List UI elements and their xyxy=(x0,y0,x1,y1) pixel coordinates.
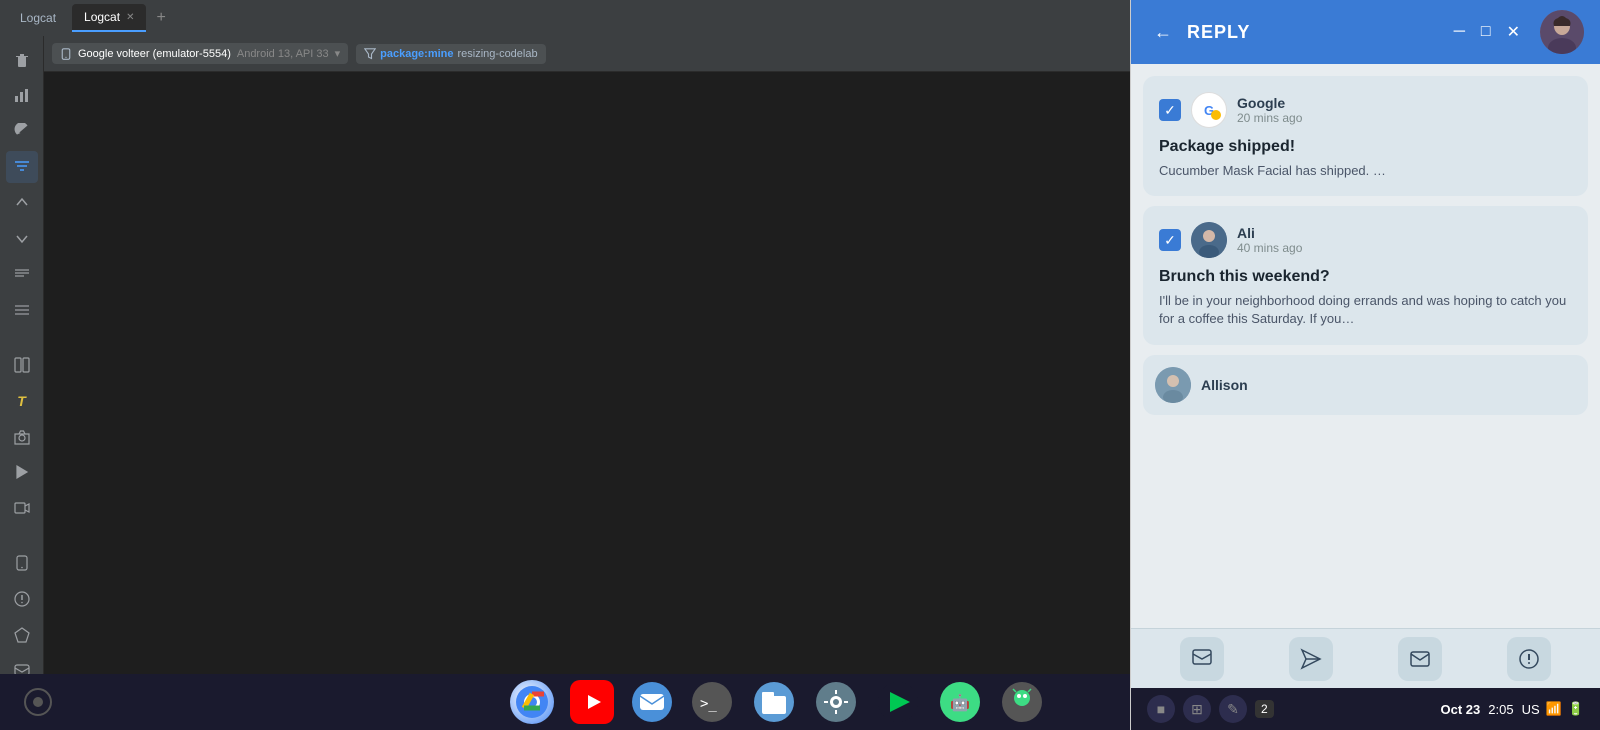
sidebar-settings-icon[interactable] xyxy=(6,294,38,326)
notification-panel: ← REPLY ─ □ ✕ xyxy=(1130,0,1600,730)
taskbar-app-messages[interactable] xyxy=(630,680,674,724)
taskbar-app-play[interactable] xyxy=(876,680,920,724)
panel-header: ← REPLY ─ □ ✕ xyxy=(1131,0,1600,64)
sidebar-chart-icon[interactable] xyxy=(6,80,38,112)
notif-google-icon: G xyxy=(1191,92,1227,128)
device-selector[interactable]: Google volteer (emulator-5554) Android 1… xyxy=(52,43,348,64)
notif-meta-2: Ali 40 mins ago xyxy=(1237,225,1302,255)
sidebar-lines-icon[interactable] xyxy=(6,258,38,290)
status-sys-icons: US 📶 🔋 xyxy=(1522,701,1584,717)
sidebar-alert-icon[interactable] xyxy=(6,583,38,615)
notification-card-1[interactable]: ✓ G Google 20 xyxy=(1143,76,1588,196)
user-avatar xyxy=(1540,10,1584,54)
sidebar-layout-icon[interactable] xyxy=(6,349,38,381)
notif-body-2: I'll be in your neighborhood doing erran… xyxy=(1159,292,1572,328)
notif-header-1: ✓ G Google 20 xyxy=(1159,92,1572,128)
status-date: Oct 23 xyxy=(1441,702,1481,717)
tab-close-icon[interactable]: ✕ xyxy=(126,12,134,23)
action-alert-button[interactable] xyxy=(1507,637,1551,681)
taskbar-app-settings[interactable] xyxy=(814,680,858,724)
tab-label-2: Logcat xyxy=(84,10,120,24)
tab-add-button[interactable]: + xyxy=(150,9,171,27)
sidebar-delete-icon[interactable] xyxy=(6,44,38,76)
taskbar-app-chrome[interactable] xyxy=(510,680,554,724)
status-pen-icon[interactable]: ✎ xyxy=(1219,695,1247,723)
notif-checkbox-1[interactable]: ✓ xyxy=(1159,99,1181,121)
svg-text:>_: >_ xyxy=(700,696,717,712)
tab-logcat-2[interactable]: Logcat ✕ xyxy=(72,4,146,32)
sidebar-device-icon[interactable] xyxy=(6,548,38,580)
taskbar-app-droid[interactable] xyxy=(1000,680,1044,724)
device-name: Google volteer (emulator-5554) xyxy=(78,48,231,60)
notif-meta-1: Google 20 mins ago xyxy=(1237,95,1302,125)
status-wifi-icon: 📶 xyxy=(1546,701,1562,717)
status-battery-icon: 🔋 xyxy=(1568,701,1584,717)
device-info: Android 13, API 33 xyxy=(237,48,329,60)
tab-label-1: Logcat xyxy=(20,11,56,25)
notif-title-2: Brunch this weekend? xyxy=(1159,268,1572,286)
android-status-bar: ■ ⊞ ✎ 2 Oct 23 2:05 US 📶 🔋 xyxy=(1131,688,1600,730)
tab-logcat-1[interactable]: Logcat xyxy=(8,4,68,32)
panel-title: REPLY xyxy=(1187,22,1250,43)
notif-body-1: Cucumber Mask Facial has shipped. … xyxy=(1159,162,1572,180)
notif-app-name-3: Allison xyxy=(1201,377,1248,393)
status-locale: US xyxy=(1522,702,1540,717)
taskbar-app-terminal[interactable]: >_ xyxy=(690,680,734,724)
notifications-list: ✓ G Google 20 xyxy=(1131,64,1600,628)
taskbar-app-android-studio[interactable]: 🤖 xyxy=(938,680,982,724)
panel-back-button[interactable]: ← xyxy=(1147,16,1179,48)
sidebar-refresh-icon[interactable] xyxy=(6,115,38,147)
status-screenshot-icon[interactable]: ⊞ xyxy=(1183,695,1211,723)
taskbar-app-files[interactable] xyxy=(752,680,796,724)
notif-time-1: 20 mins ago xyxy=(1237,111,1302,125)
notif-app-name-2: Ali xyxy=(1237,225,1302,241)
sidebar-video-icon[interactable] xyxy=(6,492,38,524)
left-sidebar: T xyxy=(0,36,44,730)
notif-time-2: 40 mins ago xyxy=(1237,241,1302,255)
action-send-button[interactable] xyxy=(1289,637,1333,681)
taskbar-app-youtube[interactable] xyxy=(570,680,614,724)
sidebar-text-icon[interactable]: T xyxy=(6,385,38,417)
status-time: 2:05 xyxy=(1488,702,1513,717)
filter-value: resizing-codelab xyxy=(458,48,538,60)
notification-card-2[interactable]: ✓ Ali 40 mins ago Brunch this weekend? xyxy=(1143,206,1588,344)
notif-header-2: ✓ Ali 40 mins ago xyxy=(1159,222,1572,258)
notif-ali-icon xyxy=(1191,222,1227,258)
notif-app-name-1: Google xyxy=(1237,95,1302,111)
sidebar-up-icon[interactable] xyxy=(6,187,38,219)
sidebar-gem-icon[interactable] xyxy=(6,619,38,651)
action-message-button[interactable] xyxy=(1180,637,1224,681)
home-indicator[interactable] xyxy=(24,688,52,716)
notif-title-1: Package shipped! xyxy=(1159,138,1572,156)
sidebar-play-icon[interactable] xyxy=(6,456,38,488)
sidebar-camera-icon[interactable] xyxy=(6,421,38,453)
notification-card-3[interactable]: Allison xyxy=(1143,355,1588,415)
panel-controls: ─ □ ✕ xyxy=(1450,10,1584,54)
filter-selector[interactable]: package:mine resizing-codelab xyxy=(356,44,545,64)
panel-actions xyxy=(1131,628,1600,688)
panel-close-button[interactable]: ✕ xyxy=(1503,18,1524,46)
android-taskbar: >_ 🤖 xyxy=(0,674,1130,730)
action-email-button[interactable] xyxy=(1398,637,1442,681)
filter-tag: package:mine xyxy=(380,48,453,60)
status-notification-badge: 2 xyxy=(1255,700,1274,718)
svg-text:🤖: 🤖 xyxy=(950,693,970,712)
notif-checkbox-2[interactable]: ✓ xyxy=(1159,229,1181,251)
status-stop-icon[interactable]: ■ xyxy=(1147,695,1175,723)
ide-main: T Google voltee xyxy=(0,36,1600,730)
panel-minimize-button[interactable]: ─ xyxy=(1450,19,1469,45)
device-dropdown-icon: ▾ xyxy=(335,47,341,60)
sidebar-filter-active-icon[interactable] xyxy=(6,151,38,183)
sidebar-down-icon[interactable] xyxy=(6,222,38,254)
notif-allison-icon xyxy=(1155,367,1191,403)
panel-restore-button[interactable]: □ xyxy=(1477,19,1495,45)
